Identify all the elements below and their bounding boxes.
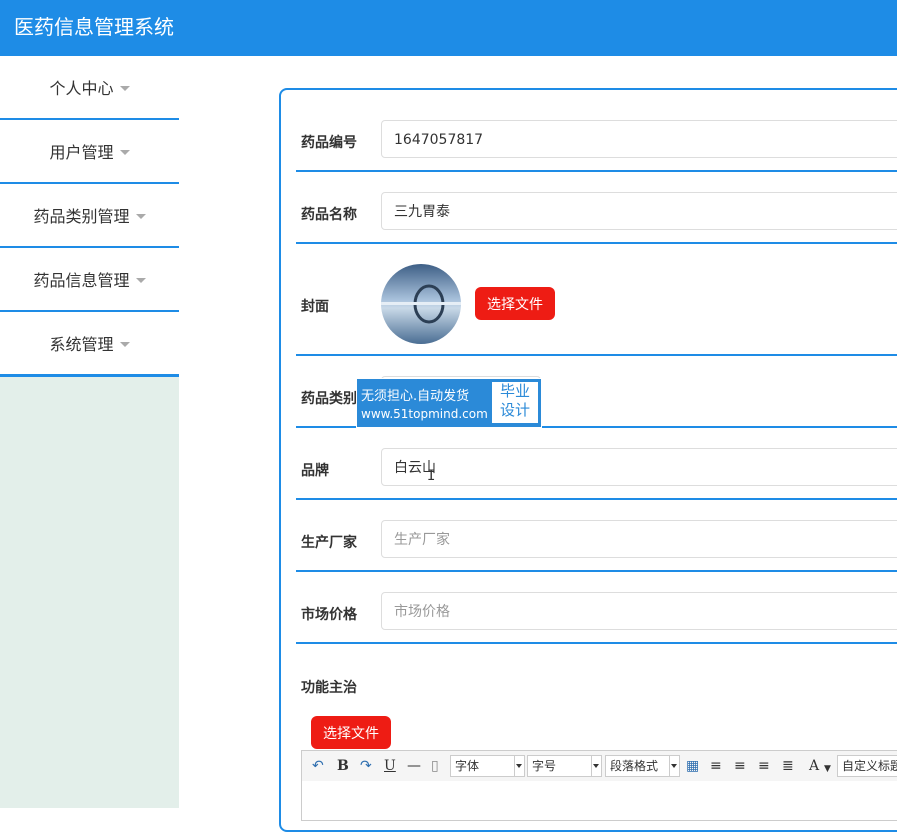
align-left-icon[interactable]: ≡	[710, 758, 722, 774]
sidebar-item-label: 药品类别管理	[33, 207, 130, 226]
rich-text-toolbar: ↶ B ↷ U — ▯ 字体 字号 段落格式 ▦ ≡ ≡ ≡ ≣ A ▼ 自定义…	[301, 750, 897, 782]
dropdown-arrow-icon	[593, 764, 599, 768]
undo-icon[interactable]: ↶	[312, 758, 324, 774]
sidebar-item-label: 个人中心	[49, 79, 114, 98]
watermark-url: www.51topmind.com	[361, 407, 488, 421]
document-icon[interactable]: ▯	[431, 758, 439, 774]
brand-label: 品牌	[301, 463, 329, 479]
font-size-select[interactable]: 字号	[527, 755, 602, 777]
align-right-icon[interactable]: ≡	[734, 758, 746, 774]
category-label: 药品类别	[301, 391, 357, 407]
font-size-select-label: 字号	[532, 759, 557, 773]
watermark-tag-line1: 毕业	[499, 382, 530, 400]
sidebar-item-label: 用户管理	[49, 143, 114, 162]
manufacturer-label: 生产厂家	[301, 535, 357, 551]
redo-icon[interactable]: ↷	[360, 758, 372, 774]
sidebar-item-drug-info[interactable]: 药品信息管理	[0, 248, 179, 313]
select-divider	[591, 756, 592, 776]
paragraph-format-select[interactable]: 段落格式	[605, 755, 680, 777]
form-row-brand: 品牌 白云山	[296, 446, 897, 500]
bold-button[interactable]: B	[337, 758, 349, 774]
sidebar-item-user-management[interactable]: 用户管理	[0, 120, 179, 185]
form-row-price: 市场价格 市场价格	[296, 590, 897, 644]
drug-code-input[interactable]: 1647057817	[381, 120, 897, 158]
text-cursor-icon: I	[427, 468, 436, 484]
sidebar-item-label: 系统管理	[49, 335, 114, 354]
watermark-badge: 无须担心.自动发货 www.51topmind.com 毕业 设计	[356, 378, 542, 428]
top-header: 医药信息管理系统	[0, 0, 897, 56]
dropdown-arrow-icon	[671, 764, 677, 768]
drug-code-label: 药品编号	[301, 135, 357, 151]
drug-name-input[interactable]: 三九胃泰	[381, 192, 897, 230]
watermark-tag-line2: 设计	[499, 401, 530, 419]
font-family-select-label: 字体	[455, 759, 480, 773]
align-justify-icon[interactable]: ≣	[782, 758, 794, 774]
sidebar-item-drug-category[interactable]: 药品类别管理	[0, 184, 179, 249]
drug-name-label: 药品名称	[301, 207, 357, 223]
font-color-button[interactable]: A	[809, 758, 819, 774]
form-row-drug-code: 药品编号 1647057817	[296, 118, 897, 172]
font-color-dropdown-icon[interactable]: ▼	[824, 761, 831, 777]
form-row-manufacturer: 生产厂家 生产厂家	[296, 518, 897, 572]
caret-down-icon	[119, 85, 130, 91]
sidebar: 个人中心 用户管理 药品类别管理 药品信息管理 系统管理	[0, 56, 179, 808]
cover-image	[381, 264, 461, 344]
caret-down-icon	[119, 149, 130, 155]
indications-choose-file-button[interactable]: 选择文件	[311, 716, 391, 749]
paragraph-format-select-label: 段落格式	[610, 759, 659, 773]
sidebar-item-system[interactable]: 系统管理	[0, 312, 179, 377]
form-row-drug-name: 药品名称 三九胃泰	[296, 190, 897, 244]
select-divider	[669, 756, 670, 776]
sidebar-item-personal-center[interactable]: 个人中心	[0, 56, 179, 121]
horizontal-rule-icon[interactable]: —	[407, 758, 421, 774]
price-input[interactable]: 市场价格	[381, 592, 897, 630]
font-family-select[interactable]: 字体	[450, 755, 525, 777]
caret-down-icon	[119, 341, 130, 347]
caret-down-icon	[135, 277, 146, 283]
watermark-tag: 毕业 设计	[492, 382, 538, 423]
caret-down-icon	[135, 213, 146, 219]
app-title: 医药信息管理系统	[14, 15, 174, 39]
indications-label: 功能主治	[301, 680, 357, 696]
sidebar-item-label: 药品信息管理	[33, 271, 130, 290]
rich-text-editor-area[interactable]	[301, 781, 897, 821]
brand-input[interactable]: 白云山	[381, 448, 897, 486]
dropdown-arrow-icon	[516, 764, 522, 768]
watermark-text: 无须担心.自动发货	[361, 389, 470, 404]
select-divider	[514, 756, 515, 776]
table-icon[interactable]: ▦	[686, 758, 699, 774]
price-label: 市场价格	[301, 607, 357, 623]
cover-choose-file-button[interactable]: 选择文件	[475, 287, 555, 320]
manufacturer-input[interactable]: 生产厂家	[381, 520, 897, 558]
underline-button[interactable]: U	[384, 758, 396, 774]
cover-label: 封面	[301, 299, 329, 315]
custom-title-select-label: 自定义标题	[842, 759, 897, 773]
align-center-icon[interactable]: ≡	[758, 758, 770, 774]
custom-title-select[interactable]: 自定义标题	[837, 755, 897, 777]
